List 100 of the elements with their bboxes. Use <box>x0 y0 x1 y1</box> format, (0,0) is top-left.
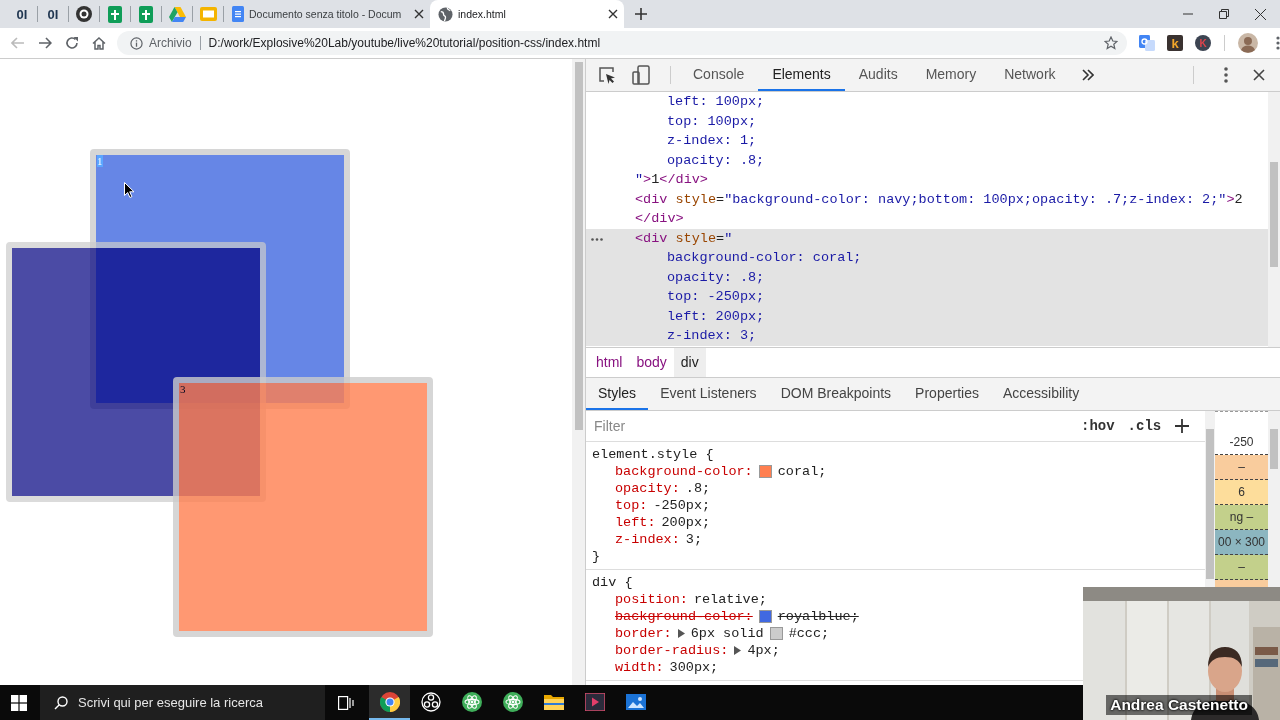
cursor-icon <box>124 182 135 198</box>
translate-icon[interactable] <box>1139 35 1156 51</box>
breadcrumb-item[interactable]: html <box>589 348 630 377</box>
toggle-button[interactable]: .cls <box>1127 418 1162 434</box>
box-model-value: -250 <box>1229 435 1254 449</box>
scrollbar[interactable] <box>1270 162 1278 267</box>
css-value: 6px solid <box>690 625 764 642</box>
search-field[interactable]: Scrivi qui per eseguire la ricerca <box>40 685 325 720</box>
video-player-icon <box>584 692 605 711</box>
css-property: border: <box>615 625 672 642</box>
panel-tab[interactable]: Styles <box>586 378 649 410</box>
task-view-icon[interactable] <box>338 695 354 710</box>
scrollbar[interactable] <box>575 62 583 430</box>
forward-arrow-icon[interactable] <box>37 37 52 49</box>
spreadsheet-icon <box>139 5 153 23</box>
code-line: </div> <box>635 211 684 226</box>
expand-triangle-icon[interactable] <box>734 646 742 655</box>
css-property: position: <box>615 591 688 608</box>
closing-brace: } <box>592 549 601 564</box>
pinned-tab[interactable]: 0I <box>7 0 37 28</box>
close-icon[interactable] <box>608 9 618 19</box>
home-icon[interactable] <box>91 36 106 50</box>
device-icon[interactable] <box>632 65 650 85</box>
new-tab-icon[interactable] <box>635 8 647 20</box>
info-icon[interactable] <box>129 36 143 50</box>
close-icon[interactable] <box>1253 69 1265 81</box>
photos-icon <box>625 693 646 710</box>
code-line: z-index: 1; <box>667 133 757 148</box>
scrollbar[interactable] <box>1206 429 1214 579</box>
expand-triangle-icon[interactable] <box>677 629 685 638</box>
code-line: top: 100px; <box>667 113 757 129</box>
folder-icon <box>543 693 564 710</box>
taskbar-app[interactable] <box>369 685 410 720</box>
extension-button[interactable]: k <box>1167 35 1184 51</box>
toggle-button[interactable]: :hov <box>1081 418 1115 434</box>
css-property: z-index: <box>615 531 680 548</box>
code-line: opacity: .8; <box>667 152 765 168</box>
css-value: 300px; <box>669 659 719 676</box>
css-value: 3; <box>685 531 702 548</box>
star-icon[interactable] <box>1104 36 1119 50</box>
address-bar[interactable]: Archivio D:/work/Explosive%20Lab/youtube/live%20tutorial/position-css/index.html <box>116 31 1128 55</box>
atom-icon <box>502 691 523 712</box>
css-property: left: <box>615 514 656 531</box>
devtools-tab[interactable]: Memory <box>911 59 991 91</box>
url-text: D:/work/Explosive%20Lab/youtube/live%20tutorial/position-css/index.html <box>208 36 601 50</box>
breadcrumb-item[interactable]: body <box>629 348 674 377</box>
menu-icon[interactable] <box>1224 67 1228 83</box>
code-line: top: -250px; <box>667 289 765 304</box>
close-icon[interactable] <box>414 9 424 19</box>
css-value: coral; <box>777 463 827 480</box>
avatar-icon[interactable] <box>1238 33 1258 53</box>
pinned-tab[interactable]: 0I <box>38 0 68 28</box>
box-model-value: ng – <box>1229 510 1254 524</box>
panel-tab[interactable]: DOM Breakpoints <box>768 378 904 410</box>
css-property: background-color: <box>615 463 753 480</box>
devtools-tab[interactable]: Network <box>990 59 1070 91</box>
browser-tab[interactable]: Documento senza titolo - Docum <box>224 0 430 28</box>
ellipsis-icon[interactable] <box>591 237 603 241</box>
atom-icon <box>461 691 482 712</box>
devtools-tab[interactable]: Audits <box>844 59 912 91</box>
more-tabs-icon[interactable] <box>1081 69 1094 81</box>
reload-icon[interactable] <box>64 36 79 50</box>
code-line: left: 200px; <box>667 308 765 324</box>
close-icon[interactable] <box>1255 8 1266 20</box>
color-swatch[interactable] <box>758 465 772 478</box>
devtools-tab[interactable]: Console <box>679 59 759 91</box>
plus-icon[interactable] <box>1175 419 1190 433</box>
css-value: .8; <box>685 480 711 497</box>
square-label: 3 <box>180 383 186 395</box>
css-value: 200px; <box>661 514 711 531</box>
box-model-value: 6 <box>1238 485 1245 499</box>
start-icon[interactable] <box>11 694 27 711</box>
code-line: <div style="background-color: navy;bottom: 100px;opacity: .7;z-index: 2;">2 <box>635 191 1243 207</box>
code-line: ">1</div> <box>635 172 708 187</box>
css-value: -250px; <box>653 497 711 514</box>
color-swatch[interactable] <box>758 610 772 623</box>
css-value: relative; <box>693 591 767 608</box>
panel-tab[interactable]: Accessibility <box>990 378 1092 410</box>
scrollbar[interactable] <box>1270 429 1278 469</box>
browser-tab[interactable]: index.html <box>430 0 624 28</box>
tricolor-triangle-icon <box>168 6 186 22</box>
box-model-value: – <box>1238 560 1245 574</box>
box-model-value: 00 × 300 <box>1217 535 1265 549</box>
panel-tab[interactable]: Event Listeners <box>648 378 769 410</box>
inspect-icon[interactable] <box>598 66 616 84</box>
box-model-value: – <box>1238 460 1245 474</box>
panel-tab[interactable]: Properties <box>903 378 991 410</box>
color-swatch[interactable] <box>769 627 783 640</box>
chrome-icon <box>379 691 400 712</box>
devtools-tab[interactable]: Elements <box>758 59 845 91</box>
css-property: background-color: <box>615 608 753 625</box>
maximize-icon[interactable] <box>1219 9 1229 19</box>
search-icon <box>54 695 68 710</box>
webcam-caption: Andrea Castenetto <box>1106 695 1252 715</box>
code-line: <div style=" <box>635 230 733 246</box>
css-selector: element.style { <box>592 447 714 462</box>
css-selector: div { <box>592 575 633 590</box>
recorder-icon <box>420 691 441 712</box>
menu-icon[interactable] <box>1276 36 1280 50</box>
breadcrumb-item[interactable]: div <box>673 348 706 377</box>
